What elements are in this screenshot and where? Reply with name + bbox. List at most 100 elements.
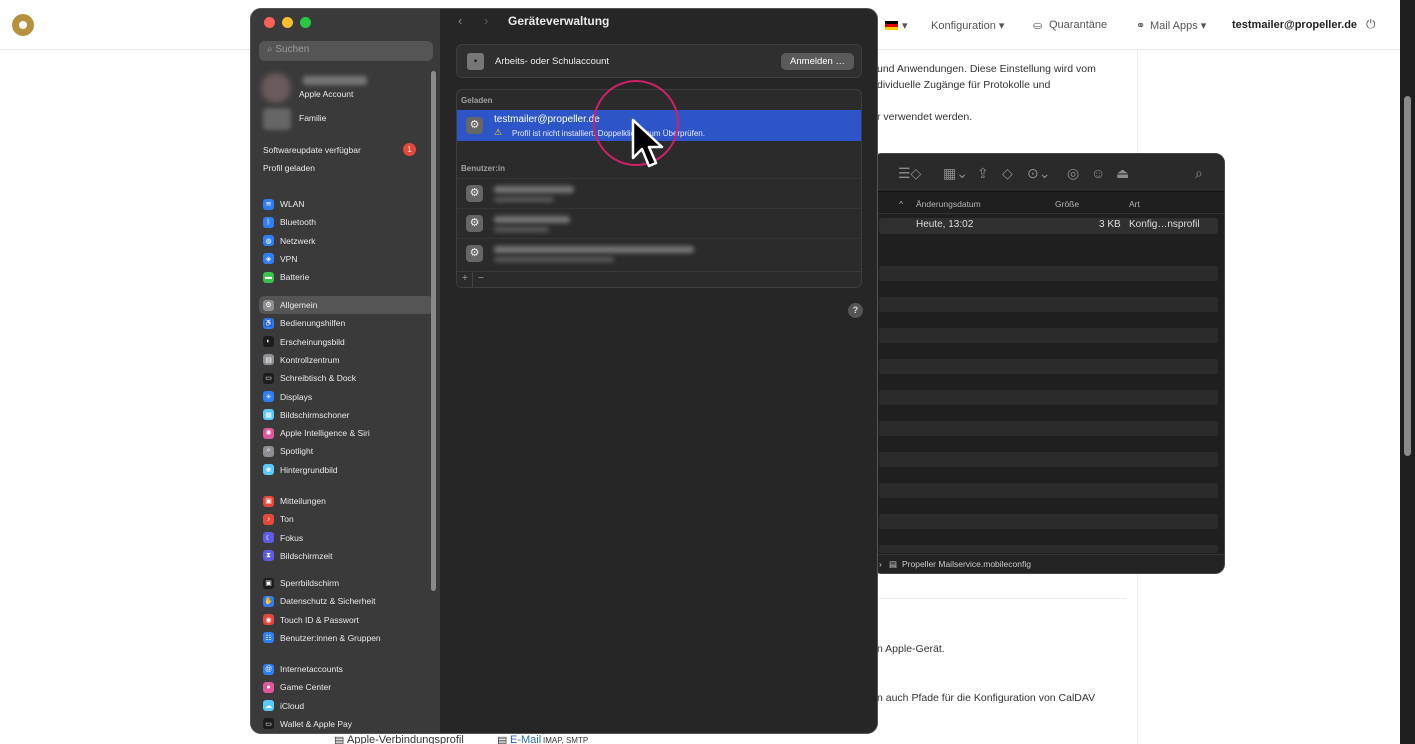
sidebar-item-icloud[interactable]: ☁ iCloud	[259, 697, 433, 715]
col-size[interactable]: Größe	[1055, 199, 1079, 209]
forward-chevron-icon[interactable]: ›	[484, 13, 488, 28]
sidebar-item-icon: ❀	[263, 464, 274, 476]
sidebar-item-mitteilungen[interactable]: ▣ Mitteilungen	[259, 492, 433, 510]
profile-row[interactable]: ⚙	[457, 178, 861, 208]
sidebar-scrollbar[interactable]	[431, 71, 436, 591]
add-button[interactable]: +	[462, 273, 468, 284]
sidebar-item-wlan[interactable]: ≋ WLAN	[259, 195, 433, 213]
nav-mail-apps[interactable]: Mail Apps ▾	[1150, 19, 1206, 32]
sidebar-item-icon: ≋	[263, 198, 274, 210]
language-flag-icon[interactable]	[885, 21, 898, 30]
sidebar-item-spotlight[interactable]: ⌕ Spotlight	[259, 442, 433, 460]
sidebar-item-label: iCloud	[280, 700, 305, 711]
sidebar-item-icon: ✺	[263, 427, 274, 439]
sidebar-item-apple-intelligence-siri[interactable]: ✺ Apple Intelligence & Siri	[259, 424, 433, 442]
sidebar-item-icon: ⚙	[263, 299, 274, 311]
group-icon[interactable]: ▦⌄	[943, 165, 968, 182]
profile-sub-blurred	[494, 197, 554, 202]
path-file[interactable]: Propeller Mailservice.mobileconfig	[902, 559, 1031, 569]
gear-icon: ⚙	[466, 215, 483, 232]
col-date[interactable]: Änderungsdatum	[916, 199, 981, 209]
profile-row[interactable]: ⚙	[457, 208, 861, 238]
family-label[interactable]: Familie	[299, 113, 326, 123]
sidebar-item-label: Bedienungshilfen	[280, 318, 346, 329]
divider	[472, 272, 473, 287]
update-badge: 1	[403, 143, 416, 156]
sidebar-item-datenschutz-sicherheit[interactable]: ✋ Datenschutz & Sicherheit	[259, 592, 433, 610]
zoom-button[interactable]	[300, 17, 311, 28]
sidebar-item-label: Bluetooth	[280, 217, 316, 228]
airdrop-icon[interactable]: ◎	[1067, 165, 1079, 182]
profile-row[interactable]: ⚙	[457, 238, 861, 268]
nav-user[interactable]: testmailer@propeller.de	[1232, 19, 1357, 31]
body-text: und Anwendungen. Diese Einstellung wird …	[877, 63, 1096, 75]
file-icon: ▤	[889, 559, 898, 569]
sidebar-item-ton[interactable]: ♪ Ton	[259, 510, 433, 528]
nav-konfiguration[interactable]: Konfiguration ▾	[931, 19, 1004, 32]
sidebar-item-bedienungshilfen[interactable]: ♿ Bedienungshilfen	[259, 314, 433, 332]
logout-icon[interactable]: ⏻	[1366, 17, 1376, 32]
profile-name-blurred	[494, 216, 570, 223]
language-caret[interactable]: ▾	[902, 19, 908, 32]
body-text: n Apple-Gerät.	[877, 643, 945, 655]
sidebar-item-label: Displays	[280, 391, 313, 402]
sign-in-button[interactable]: Anmelden …	[781, 53, 854, 70]
sidebar-item-touch-id-passwort[interactable]: ◉ Touch ID & Passwort	[259, 611, 433, 629]
sidebar-item-label: Bildschirmzeit	[280, 550, 333, 561]
empty-row	[879, 514, 1218, 529]
empty-row	[879, 328, 1218, 343]
sidebar-item-hintergrundbild[interactable]: ❀ Hintergrundbild	[259, 461, 433, 479]
remove-button[interactable]: −	[478, 273, 484, 284]
software-update-item[interactable]: Softwareupdate verfügbar	[263, 145, 361, 155]
page-scroll-thumb[interactable]	[1404, 96, 1411, 456]
sidebar-item-netzwerk[interactable]: ◍ Netzwerk	[259, 232, 433, 250]
sidebar-item-displays[interactable]: ☀ Displays	[259, 388, 433, 406]
help-button[interactable]: ?	[848, 303, 863, 318]
sidebar-item-bildschirmzeit[interactable]: ⧗ Bildschirmzeit	[259, 547, 433, 565]
more-icon[interactable]: ⊙⌄	[1027, 165, 1050, 182]
back-chevron-icon[interactable]: ‹	[458, 13, 462, 28]
col-kind[interactable]: Art	[1129, 199, 1140, 209]
gear-icon: ⚙	[466, 185, 483, 202]
sidebar-item-game-center[interactable]: ● Game Center	[259, 678, 433, 696]
link-apple-profile[interactable]: Apple-Verbindungsprofil	[347, 734, 464, 744]
close-button[interactable]	[264, 17, 275, 28]
apple-account[interactable]: Apple Account Familie	[259, 71, 433, 130]
share-icon[interactable]: ⇪	[977, 165, 989, 182]
finder-toolbar: ☰◇ ▦⌄ ⇪ ◇ ⊙⌄ ◎ ☺ ⏏ ⌕	[873, 154, 1224, 192]
search-input[interactable]: ⌕ Suchen	[259, 41, 433, 61]
sidebar-item-wallet-apple-pay[interactable]: ▭ Wallet & Apple Pay	[259, 715, 433, 733]
sidebar-item-icon: ▭	[263, 372, 274, 384]
sidebar-item-bildschirmschoner[interactable]: ▦ Bildschirmschoner	[259, 406, 433, 424]
minimize-button[interactable]	[282, 17, 293, 28]
profile-sub-blurred	[494, 257, 614, 262]
search-icon[interactable]: ⌕	[1195, 165, 1203, 182]
family-icon	[263, 108, 291, 130]
profile-loaded-item[interactable]: Profil geladen	[263, 163, 315, 173]
sidebar-item-bluetooth[interactable]: ᛒ Bluetooth	[259, 213, 433, 231]
file-size: 3 KB	[1099, 219, 1121, 230]
link-email[interactable]: E-Mail	[510, 734, 541, 744]
user-share-icon[interactable]: ☺	[1091, 165, 1105, 181]
sidebar-item-erscheinungsbild[interactable]: ◐ Erscheinungsbild	[259, 333, 433, 351]
sidebar-item-icon: ▭	[263, 718, 274, 730]
sidebar-item-label: WLAN	[280, 199, 305, 209]
sidebar-item-icon: ▦	[263, 409, 274, 421]
sidebar-item-internetaccounts[interactable]: @ Internetaccounts	[259, 660, 433, 678]
file-row[interactable]: Heute, 13:02 3 KB Konfig…nsprofil	[879, 218, 1218, 234]
sidebar-item-kontrollzentrum[interactable]: ▤ Kontrollzentrum	[259, 351, 433, 369]
sidebar-item-label: Bildschirmschoner	[280, 409, 350, 420]
tag-icon[interactable]: ◇	[1002, 165, 1013, 182]
list-view-icon[interactable]: ☰◇	[898, 165, 921, 182]
sidebar-item-benutzer-innen-gruppen[interactable]: ☷ Benutzer:innen & Gruppen	[259, 629, 433, 647]
sidebar-item-allgemein[interactable]: ⚙ Allgemein	[259, 296, 433, 314]
sidebar-item-fokus[interactable]: ☾ Fokus	[259, 529, 433, 547]
nav-quarantaene[interactable]: Quarantäne	[1049, 19, 1107, 31]
section-user: Benutzer:in	[461, 164, 505, 173]
sidebar-item-vpn[interactable]: ◈ VPN	[259, 250, 433, 268]
sidebar-item-sperrbildschirm[interactable]: ▣ Sperrbildschirm	[259, 574, 433, 592]
eject-icon[interactable]: ⏏	[1116, 165, 1129, 182]
site-logo[interactable]	[12, 14, 34, 36]
sidebar-item-schreibtisch-dock[interactable]: ▭ Schreibtisch & Dock	[259, 369, 433, 387]
sidebar-item-batterie[interactable]: ▬ Batterie	[259, 268, 433, 286]
